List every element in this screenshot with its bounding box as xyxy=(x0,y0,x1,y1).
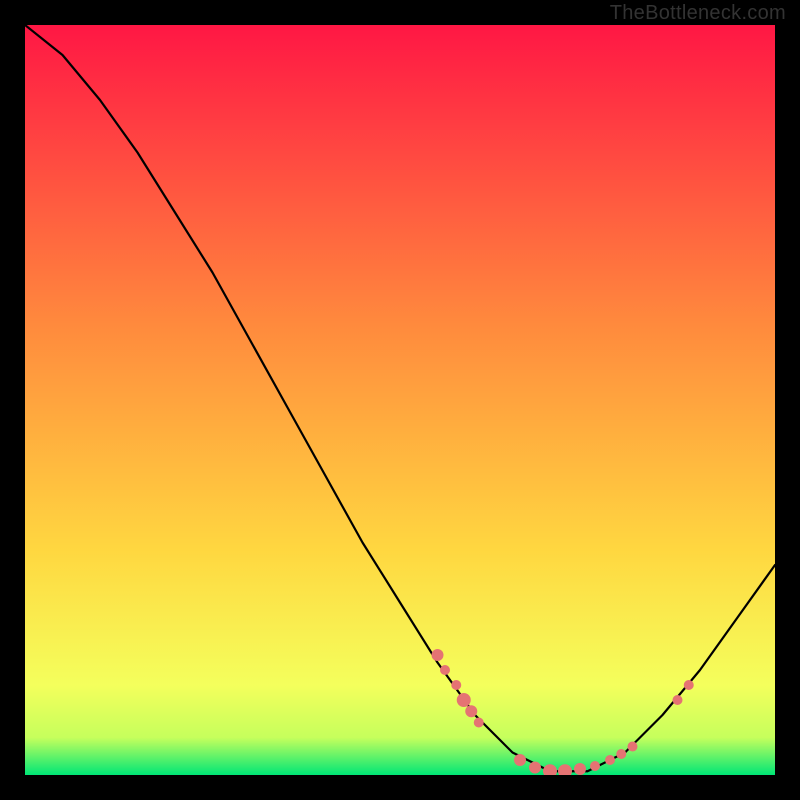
data-marker xyxy=(590,761,600,771)
data-marker xyxy=(673,695,683,705)
data-marker xyxy=(605,755,615,765)
data-marker xyxy=(616,749,626,759)
data-marker xyxy=(457,693,471,707)
data-marker xyxy=(514,754,526,766)
data-marker xyxy=(574,763,586,775)
plot-area xyxy=(25,25,775,775)
chart-container: TheBottleneck.com xyxy=(0,0,800,800)
data-marker xyxy=(684,680,694,690)
data-marker xyxy=(440,665,450,675)
watermark-text: TheBottleneck.com xyxy=(610,2,786,25)
data-marker xyxy=(628,742,638,752)
gradient-background xyxy=(25,25,775,775)
data-marker xyxy=(529,762,541,774)
data-marker xyxy=(432,649,444,661)
data-marker xyxy=(474,718,484,728)
data-marker xyxy=(465,705,477,717)
bottleneck-curve-chart xyxy=(25,25,775,775)
data-marker xyxy=(451,680,461,690)
